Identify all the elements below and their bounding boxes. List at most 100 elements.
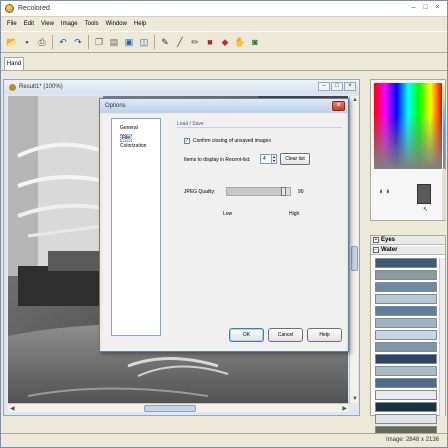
toolbar: 📂 ▪ ⎙ ↶ ↷ ❐ ▤ ▣ ◫ ✎ ╱ ✏ ■ ◆ ✋ ◙ — [1, 31, 447, 53]
palette-swatch[interactable] — [375, 342, 437, 352]
palette-swatch[interactable] — [375, 330, 437, 340]
open-icon[interactable]: 📂 — [5, 34, 19, 50]
picker-scrollbar[interactable] — [442, 170, 446, 220]
redo-icon[interactable]: ↷ — [71, 34, 85, 50]
document-icon — [9, 83, 16, 91]
dialog-title: Options — [105, 103, 126, 109]
scroll-left-icon[interactable]: ◀ — [10, 405, 15, 412]
recent-list-count-input[interactable]: 4 — [260, 154, 272, 164]
cancel-button[interactable]: Cancel — [268, 328, 303, 342]
color-picker: ◐◑ ↖ — [370, 79, 446, 221]
current-color-swatch[interactable] — [417, 184, 431, 204]
doc-minimize-button[interactable]: – — [318, 82, 330, 91]
jpeg-quality-value: 90 — [298, 189, 304, 195]
paste-icon[interactable]: ▤ — [107, 34, 121, 50]
confirm-closing-checkbox[interactable]: ✓ — [184, 138, 190, 144]
palette-swatch[interactable] — [375, 390, 437, 400]
palette-swatch[interactable] — [375, 354, 437, 364]
category-list: General File Colorization — [111, 118, 161, 336]
status-bar: Image: 2848 x 2136 — [1, 433, 447, 447]
palette-group-eyes[interactable]: + Eyes — [371, 236, 445, 245]
tab-hand[interactable]: Hand — [4, 57, 24, 70]
eraser-icon[interactable]: ◆ — [218, 34, 232, 50]
swap-colors-icon[interactable]: ↖ — [423, 206, 428, 213]
scroll-right-icon[interactable]: ▶ — [342, 405, 347, 412]
section-divider — [177, 127, 342, 128]
palette-swatch[interactable] — [375, 318, 437, 328]
color-spectrum[interactable] — [374, 83, 442, 169]
stamp-icon[interactable]: ◙ — [248, 34, 262, 50]
vertical-scroll-thumb[interactable] — [351, 246, 358, 271]
hand-icon[interactable]: ✋ — [233, 34, 247, 50]
palette-swatch[interactable] — [375, 366, 437, 376]
palette-scrollbar[interactable] — [439, 258, 445, 416]
slider-thumb[interactable] — [280, 187, 286, 196]
view-icon[interactable]: ▣ — [122, 34, 136, 50]
copy-icon[interactable]: ❐ — [92, 34, 106, 50]
palette-swatch[interactable] — [375, 270, 437, 280]
swatch-list — [375, 258, 437, 448]
dialog-close-button[interactable]: × — [332, 101, 345, 111]
dialog-body: General File Colorization Load / Save ✓ … — [102, 114, 346, 351]
recent-list-label: Items to display in Recent-list: — [184, 157, 251, 163]
help-button[interactable]: Help — [307, 328, 342, 342]
palette-swatch[interactable] — [375, 402, 437, 412]
hue-slider[interactable] — [443, 83, 445, 169]
palette-swatch[interactable] — [375, 414, 437, 424]
palette-swatch[interactable] — [375, 378, 437, 388]
menu-image[interactable]: Image — [61, 21, 78, 27]
doc-maximize-button[interactable]: □ — [331, 82, 343, 91]
scroll-up-icon[interactable]: ▲ — [352, 97, 358, 103]
jpeg-quality-slider[interactable] — [226, 187, 291, 196]
image-size-status: Image: 2848 x 2136 — [385, 437, 439, 443]
main-window: Recolored – □ × File Edit View Image Too… — [0, 0, 448, 448]
print-icon[interactable]: ⎙ — [35, 34, 49, 50]
recent-list-spinner[interactable]: ▴ ▾ — [272, 154, 277, 164]
menu-bar: File Edit View Image Tools Window Help — [1, 18, 447, 29]
close-button[interactable]: × — [432, 4, 443, 13]
horizontal-scroll-thumb[interactable] — [144, 405, 196, 412]
menu-tools[interactable]: Tools — [85, 21, 99, 27]
collapse-icon[interactable]: − — [373, 247, 379, 253]
color-icon[interactable]: ■ — [203, 34, 217, 50]
minimize-button[interactable]: – — [408, 4, 419, 13]
pen-icon[interactable]: ✎ — [158, 34, 172, 50]
brush-icon[interactable]: ╱ — [173, 34, 187, 50]
color-wheel-icon[interactable]: ◐◑ — [379, 186, 393, 196]
menu-edit[interactable]: Edit — [24, 21, 34, 27]
menu-window[interactable]: Window — [106, 21, 127, 27]
split-icon[interactable]: ◫ — [137, 34, 151, 50]
palette-group-label: Water — [381, 246, 398, 253]
scroll-down-icon[interactable]: ▼ — [352, 396, 358, 402]
app-icon — [5, 4, 14, 13]
menu-file[interactable]: File — [7, 21, 17, 27]
document-title-bar: Result1* (100%) – □ × — [4, 80, 359, 94]
options-dialog: Options × General File Colorization Load… — [99, 98, 349, 352]
menu-help[interactable]: Help — [134, 21, 146, 27]
slider-fill — [227, 188, 284, 195]
title-bar: Recolored – □ × — [1, 1, 447, 17]
pencil-icon[interactable]: ✏ — [188, 34, 202, 50]
menu-view[interactable]: View — [41, 21, 54, 27]
undo-icon[interactable]: ↶ — [56, 34, 70, 50]
category-file[interactable]: File — [120, 134, 133, 142]
vertical-scrollbar[interactable]: ▲ ▼ — [349, 96, 358, 403]
ok-button[interactable]: OK — [229, 328, 264, 342]
expand-icon[interactable]: + — [373, 237, 379, 243]
palette-group-water[interactable]: − Water — [371, 246, 445, 255]
maximize-button[interactable]: □ — [420, 4, 431, 13]
palette-swatch[interactable] — [375, 306, 437, 316]
jpeg-quality-label: JPEG Quality: — [184, 189, 216, 195]
category-colorization[interactable]: Colorization — [120, 143, 146, 149]
right-panel: ◐◑ ↖ + Eyes − Water — [368, 79, 447, 448]
palette-swatch[interactable] — [375, 258, 437, 268]
doc-close-button[interactable]: × — [344, 82, 356, 91]
save-icon[interactable]: ▪ — [20, 34, 34, 50]
palette-swatch[interactable] — [375, 294, 437, 304]
confirm-closing-label: Confirm closing of unsaved images — [193, 138, 271, 144]
horizontal-scrollbar[interactable]: ◀ ▶ — [8, 403, 349, 412]
category-general[interactable]: General — [120, 125, 138, 131]
clear-list-button[interactable]: Clear list — [280, 153, 310, 165]
palette-swatch[interactable] — [375, 282, 437, 292]
tool-options-bar: Hand — [1, 55, 447, 71]
